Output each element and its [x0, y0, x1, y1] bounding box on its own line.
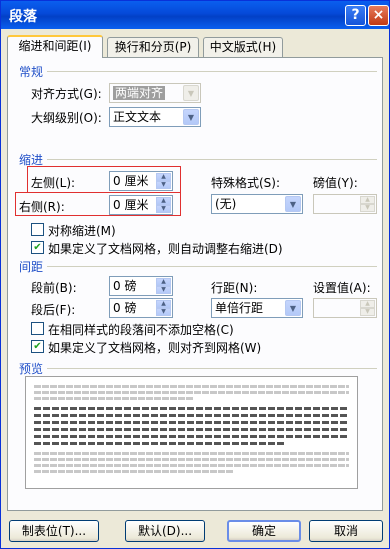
special-indent-value: (无) [215, 197, 237, 211]
spin-up-icon[interactable]: ▲ [360, 196, 375, 204]
preview-prev-paragraph-line [34, 385, 349, 388]
spacing-section-title: 间距 [19, 260, 44, 274]
spacing-after-value: 0 磅 [113, 301, 137, 315]
set-default-button[interactable]: 默认(D)... [125, 520, 205, 542]
right-indent-value: 0 厘米 [113, 198, 149, 212]
left-indent-spinner[interactable]: 0 厘米 ▲ ▼ [109, 171, 173, 191]
spin-down-icon[interactable]: ▼ [156, 286, 171, 294]
preview-prev-paragraph-line [34, 391, 349, 394]
indent-by-label: 磅值(Y): [313, 176, 358, 190]
paragraph-dialog: 段落 ? × 缩进和间距(I) 换行和分页(P) 中文版式(H) 常规 对齐方式… [0, 0, 390, 549]
preview-next-paragraph-line [34, 470, 234, 473]
tab-line-page-breaks[interactable]: 换行和分页(P) [107, 37, 199, 57]
right-indent-spinner[interactable]: 0 厘米 ▲ ▼ [109, 195, 173, 215]
ok-button[interactable]: 确定 [227, 520, 301, 542]
spin-down-icon[interactable]: ▼ [156, 205, 171, 213]
snap-to-grid-label: 如果定义了文档网格，则对齐到网格(W) [48, 341, 262, 355]
no-space-same-style-label: 在相同样式的段落间不添加空格(C) [48, 323, 234, 337]
divider [47, 71, 377, 72]
preview-current-paragraph-line [34, 414, 349, 417]
no-space-same-style-checkbox[interactable] [31, 322, 44, 335]
left-indent-value: 0 厘米 [113, 174, 149, 188]
spacing-before-value: 0 磅 [113, 279, 137, 293]
tab-asian-typography[interactable]: 中文版式(H) [203, 37, 283, 57]
close-icon: × [372, 7, 385, 23]
window-title: 段落 [9, 9, 37, 25]
spin-up-icon[interactable]: ▲ [156, 300, 171, 308]
preview-current-paragraph-line [34, 428, 349, 431]
line-spacing-label: 行距(N): [211, 281, 258, 295]
spacing-before-label: 段前(B): [31, 281, 77, 295]
general-section-title: 常规 [19, 65, 44, 79]
preview-section-title: 预览 [19, 362, 44, 376]
dropdown-arrow-icon[interactable]: ▼ [183, 85, 199, 101]
auto-adjust-right-indent-label: 如果定义了文档网格，则自动调整右缩进(D) [48, 242, 283, 256]
spin-down-icon[interactable]: ▼ [360, 308, 375, 316]
preview-current-paragraph-line [34, 407, 349, 410]
preview-current-paragraph-line [34, 421, 349, 424]
spacing-at-label: 设置值(A): [313, 281, 371, 295]
divider [47, 266, 377, 267]
help-button[interactable]: ? [345, 5, 366, 26]
help-icon: ? [351, 7, 360, 23]
dropdown-arrow-icon[interactable]: ▼ [285, 196, 301, 212]
spin-down-icon[interactable]: ▼ [156, 308, 171, 316]
divider [47, 159, 377, 160]
spin-up-icon[interactable]: ▲ [156, 278, 171, 286]
tabs-button[interactable]: 制表位(T)... [9, 520, 99, 542]
preview-prev-paragraph-line [34, 397, 194, 400]
indent-by-spinner[interactable]: ▲ ▼ [313, 194, 377, 214]
spacing-at-spinner[interactable]: ▲ ▼ [313, 298, 377, 318]
mirror-indents-checkbox[interactable] [31, 223, 44, 236]
preview-pane [25, 376, 358, 489]
dropdown-arrow-icon[interactable]: ▼ [183, 109, 199, 125]
spin-up-icon[interactable]: ▲ [360, 300, 375, 308]
preview-current-paragraph-line [34, 435, 349, 438]
auto-adjust-right-indent-checkbox[interactable]: ✔ [31, 241, 44, 254]
spacing-after-label: 段后(F): [31, 303, 76, 317]
alignment-combo[interactable]: 两端对齐 ▼ [109, 83, 201, 103]
outline-combo[interactable]: 正文文本 ▼ [109, 107, 201, 127]
check-icon: ✔ [33, 341, 42, 352]
spacing-before-spinner[interactable]: 0 磅 ▲ ▼ [109, 276, 173, 296]
left-indent-label: 左侧(L): [31, 176, 76, 190]
mirror-indents-label: 对称缩进(M) [48, 224, 116, 238]
check-icon: ✔ [33, 242, 42, 253]
special-indent-combo[interactable]: (无) ▼ [211, 194, 303, 214]
special-indent-label: 特殊格式(S): [211, 176, 281, 190]
spacing-after-spinner[interactable]: 0 磅 ▲ ▼ [109, 298, 173, 318]
dropdown-arrow-icon[interactable]: ▼ [285, 300, 301, 316]
snap-to-grid-checkbox[interactable]: ✔ [31, 340, 44, 353]
right-indent-label: 右侧(R): [19, 200, 65, 214]
preview-current-paragraph-line [34, 442, 284, 445]
line-spacing-combo[interactable]: 单倍行距 ▼ [211, 298, 303, 318]
divider [47, 368, 377, 369]
preview-next-paragraph-line [34, 452, 349, 455]
cancel-button[interactable]: 取消 [309, 520, 383, 542]
close-button[interactable]: × [368, 5, 389, 26]
outline-value: 正文文本 [113, 110, 162, 124]
tab-indents-spacing[interactable]: 缩进和间距(I) [7, 35, 103, 58]
spin-down-icon[interactable]: ▼ [156, 181, 171, 189]
preview-next-paragraph-line [34, 464, 349, 467]
spin-down-icon[interactable]: ▼ [360, 204, 375, 212]
alignment-label: 对齐方式(G): [31, 87, 102, 101]
line-spacing-value: 单倍行距 [215, 301, 264, 315]
outline-label: 大纲级别(O): [31, 111, 102, 125]
alignment-value: 两端对齐 [113, 86, 166, 100]
spin-up-icon[interactable]: ▲ [156, 197, 171, 205]
spin-up-icon[interactable]: ▲ [156, 173, 171, 181]
preview-next-paragraph-line [34, 458, 349, 461]
title-bar[interactable]: 段落 ? × [1, 1, 389, 29]
